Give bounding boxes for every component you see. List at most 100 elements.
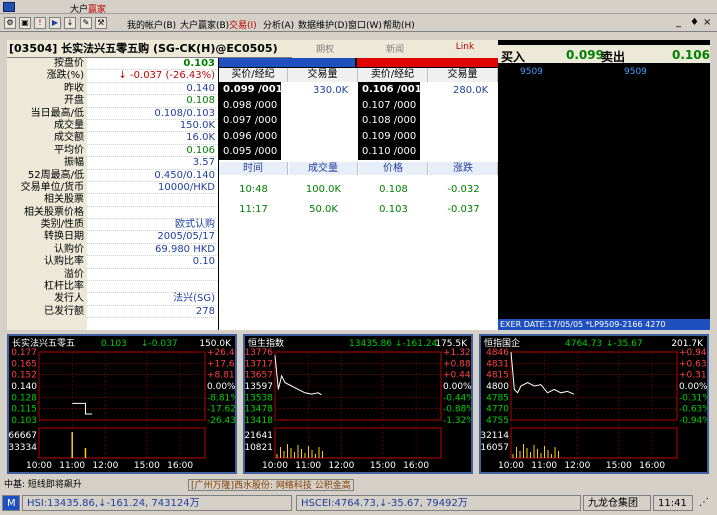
play-icon[interactable]: ▶: [49, 17, 61, 29]
tab-news[interactable]: 新闻: [362, 42, 428, 56]
pct-tick-label: -0.88%: [443, 405, 471, 415]
field-value: 欧式认购: [87, 219, 218, 232]
time-tick-label: 15:00: [606, 461, 632, 471]
bid-row[interactable]: 0.095 /000: [219, 144, 281, 160]
y-tick-label: 13657: [245, 371, 273, 381]
chart-change: ↓-35.67: [606, 339, 643, 349]
close-icon[interactable]: ×: [703, 17, 711, 28]
menu-my-account[interactable]: 我的帐户(B): [127, 18, 176, 31]
vol-tick-label: 10821: [245, 443, 273, 453]
menu-data[interactable]: 数据维护(D): [298, 18, 348, 31]
chart-price: 4764.73: [565, 339, 602, 349]
field-labels: 按盘价 涨跌(%) 昨收 开盘 当日最高/低 成交量 成交额 平均价 振幅 52周最高/低 交易单位…: [7, 58, 87, 330]
field-label: 类别/性质: [40, 219, 84, 231]
y-tick-label: 0.128: [11, 393, 37, 403]
ask-row[interactable]: 0.110 /000: [358, 144, 420, 160]
sell-broker: 9509: [624, 67, 647, 77]
y-tick-label: 0.152: [11, 371, 37, 381]
menu-analysis[interactable]: 分析(A): [263, 18, 294, 31]
news-ticker: 中基: 短线即将飙升 [广州万隆]西水股份: 网络科技 公积金高: [0, 478, 717, 492]
bid-volume: 330.0K: [313, 85, 349, 96]
quote-panel: [03504] 长实法兴五零五购 (SG-CK(H)@EC0505) 期权 新闻…: [7, 40, 710, 330]
y-tick-label: 13538: [245, 393, 273, 403]
y-tick-label: 4831: [486, 359, 509, 369]
field-value: 0.103: [87, 58, 218, 71]
restore-icon[interactable]: ♦: [690, 17, 699, 28]
copy-icon[interactable]: ▣: [19, 17, 31, 29]
sell-label: 卖出: [601, 50, 626, 64]
ask-row[interactable]: 0.106 /001: [358, 82, 422, 98]
time-tick-label: 12:00: [92, 461, 118, 471]
settings-icon[interactable]: ⚙: [4, 17, 16, 29]
time-tick-label: 16:00: [403, 461, 429, 471]
y-tick-label: 13776: [245, 348, 273, 358]
chart-price: 0.103: [101, 339, 127, 349]
tool-icon[interactable]: ✎: [80, 17, 92, 29]
field-value: 0.450/0.140: [87, 170, 218, 182]
trade-cell: 11:17: [239, 204, 268, 215]
buy-broker: 9509: [520, 67, 543, 77]
tab-link[interactable]: Link: [432, 42, 498, 56]
pct-tick-label: +0.94%: [679, 348, 707, 358]
menu-window[interactable]: 窗口(W): [348, 18, 382, 31]
field-label: 涨跌(%): [46, 70, 84, 82]
time-tick-label: 12:00: [328, 461, 354, 471]
field-label: 当日最高/低: [30, 107, 84, 119]
time-tick-label: 10:00: [26, 461, 52, 471]
ask-row[interactable]: 0.109 /000: [358, 129, 420, 145]
buy-label: 买入: [501, 50, 526, 64]
menu-big-winner[interactable]: 大户赢家(B): [180, 18, 229, 31]
download-icon[interactable]: ↓: [64, 17, 76, 29]
field-label: 按盘价: [54, 58, 84, 69]
field-label: 转换日期: [44, 231, 84, 243]
stock-title: [03504] 长实法兴五零五购 (SG-CK(H)@EC0505): [7, 40, 292, 58]
chart-svg: 恒指国企4764.73↓-35.67201.7K4846+0.94%4831+0…: [481, 336, 707, 471]
quote-summary: 买入 0.099 卖出 0.106 9509 9509 EXER DATE:17…: [498, 40, 710, 330]
bid-strength-bar: [219, 58, 355, 67]
menu-trade[interactable]: 交易(I): [229, 18, 257, 31]
field-label: 认购价: [54, 243, 84, 255]
hammer-icon[interactable]: ⚒: [95, 17, 107, 29]
status-company: 九龙仓集团: [583, 495, 651, 511]
trade-cell: 0.108: [379, 184, 408, 195]
y-tick-label: 13717: [245, 359, 273, 369]
field-label: 认购比率: [44, 256, 84, 268]
time-tick-label: 11:00: [531, 461, 557, 471]
status-hsi: HSI:13435.86,↓-161.24, 743124万: [22, 495, 292, 511]
price-line: [274, 355, 322, 396]
menu-help[interactable]: 帮助(H): [383, 18, 415, 31]
ask-row[interactable]: 0.107 /000: [358, 98, 420, 114]
chart-change: ↓-0.037: [141, 339, 178, 349]
vol-tick-label: 33334: [9, 443, 37, 453]
pct-tick-label: -0.94%: [679, 416, 707, 426]
status-hscei: HSCEI:4764.73,↓-35.67, 79492万: [296, 495, 581, 511]
bid-row[interactable]: 0.098 /000: [219, 98, 281, 114]
bid-row[interactable]: 0.097 /000: [219, 113, 281, 129]
field-label: 平均价: [54, 144, 84, 156]
field-label: 成交量: [54, 119, 84, 131]
news-right[interactable]: [广州万隆]西水股份: 网络科技 公积金高: [188, 479, 354, 491]
time-tick-label: 10:00: [498, 461, 524, 471]
y-tick-label: 13478: [245, 405, 273, 415]
trade-header: 价格: [359, 162, 428, 175]
y-tick-label: 4815: [486, 371, 509, 381]
field-value: 法兴(SG): [87, 293, 218, 306]
chart-price: 13435.86: [349, 339, 392, 349]
y-tick-label: 13597: [245, 382, 273, 392]
chart-hsi: 恒生指数13435.86↓-161.24175.5K13776+1.32%137…: [243, 334, 473, 474]
tab-options[interactable]: 期权: [292, 42, 358, 56]
alert-icon[interactable]: !: [34, 17, 46, 29]
minimize-icon[interactable]: _: [676, 17, 681, 28]
bid-row[interactable]: 0.099 /001: [219, 82, 283, 98]
ask-volume: 280.0K: [453, 85, 489, 96]
bid-row[interactable]: 0.096 /000: [219, 129, 281, 145]
status-time: 11:41: [653, 495, 693, 511]
field-value: 3.57: [87, 157, 218, 170]
resize-grip-icon[interactable]: ⋰: [695, 495, 713, 511]
ask-row[interactable]: 0.108 /000: [358, 113, 420, 129]
news-left[interactable]: 中基: 短线即将飙升: [4, 478, 82, 492]
vol-tick-label: 21641: [245, 431, 273, 441]
pct-tick-label: 0.00%: [207, 382, 235, 392]
chart-svg: 长实法兴五零五0.103↓-0.037150.0K0.177+26.43%0.1…: [9, 336, 235, 471]
trade-cell: -0.032: [447, 184, 480, 195]
